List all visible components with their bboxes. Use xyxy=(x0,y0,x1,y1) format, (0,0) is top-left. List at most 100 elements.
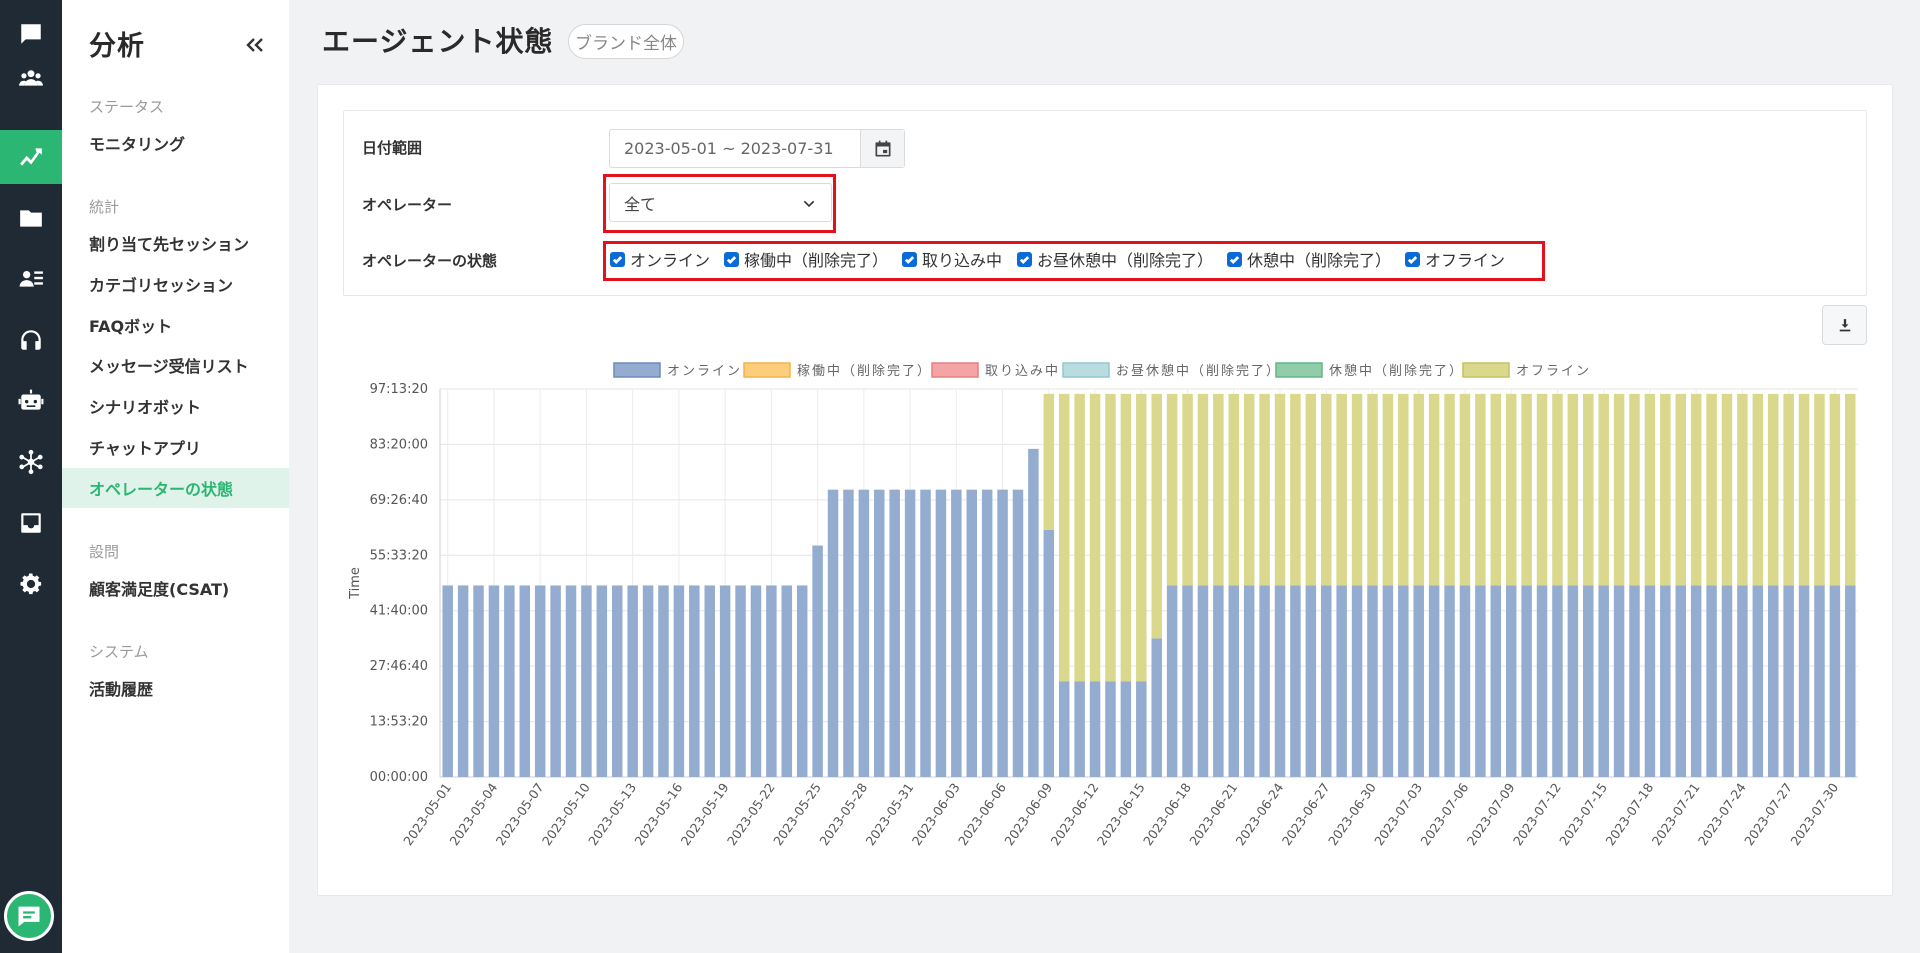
legend-label[interactable]: 取り込み中 xyxy=(985,364,1060,379)
date-range-picker[interactable]: 2023-05-01 ~ 2023-07-31 xyxy=(609,129,905,168)
bar-online xyxy=(612,585,623,777)
rail-folder[interactable] xyxy=(0,191,62,245)
bar-online xyxy=(1351,585,1363,777)
rail-users[interactable] xyxy=(0,51,62,105)
legend-swatch[interactable] xyxy=(613,362,661,378)
bar-online xyxy=(843,489,854,777)
bar-online xyxy=(658,585,669,777)
legend-swatch[interactable] xyxy=(1275,362,1323,378)
rail-inbox[interactable] xyxy=(0,496,62,550)
y-tick-label: 55:33:20 xyxy=(370,548,428,563)
legend-label[interactable]: 休憩中（削除完了） xyxy=(1329,363,1464,379)
bar-online xyxy=(1028,448,1039,777)
y-tick-label: 97:13:20 xyxy=(370,382,428,397)
legend-swatch[interactable] xyxy=(1062,362,1110,378)
bar-online xyxy=(1151,638,1162,777)
rail-bot[interactable] xyxy=(0,374,62,428)
y-tick-label: 27:46:40 xyxy=(370,659,428,674)
bar-offline xyxy=(1428,393,1440,586)
bar-online xyxy=(1644,585,1656,777)
download-button[interactable] xyxy=(1822,305,1867,345)
legend-swatch[interactable] xyxy=(931,362,979,378)
nav-item-chat-app[interactable]: チャットアプリ xyxy=(62,427,289,467)
checkbox-checked-icon[interactable] xyxy=(724,251,739,267)
status-checkbox-online[interactable]: オンライン xyxy=(610,249,711,270)
bar-offline xyxy=(1845,393,1856,586)
bar-online xyxy=(750,585,762,777)
rail-analytics[interactable] xyxy=(0,130,62,184)
bar-offline xyxy=(1089,393,1101,682)
date-range-value[interactable]: 2023-05-01 ~ 2023-07-31 xyxy=(610,130,860,167)
rail-contacts[interactable] xyxy=(0,252,62,306)
nav-item-csat[interactable]: 顧客満足度(CSAT) xyxy=(62,568,289,608)
icon-rail xyxy=(0,0,62,953)
chevron-down-icon xyxy=(803,200,815,208)
bar-online xyxy=(519,585,531,777)
bar-online xyxy=(1290,585,1301,777)
chat-widget-button[interactable] xyxy=(4,891,54,941)
bar-offline xyxy=(1660,393,1671,586)
status-checkbox-label: オンライン xyxy=(630,251,711,270)
status-checkbox-lunch-break-deleted[interactable]: お昼休憩中（削除完了） xyxy=(1017,249,1214,270)
nav-item-monitoring[interactable]: モニタリング xyxy=(62,123,289,163)
bar-offline xyxy=(1166,393,1178,586)
rail-network[interactable] xyxy=(0,435,62,489)
bar-online xyxy=(1274,585,1286,777)
checkbox-checked-icon[interactable] xyxy=(902,251,917,267)
status-checkbox-label: お昼休憩中（削除完了） xyxy=(1037,251,1214,270)
checkbox-checked-icon[interactable] xyxy=(1405,251,1420,267)
bar-online xyxy=(1798,585,1810,777)
folder-icon xyxy=(20,210,42,227)
bar-online xyxy=(1783,585,1794,777)
nav-item-category-sessions[interactable]: カテゴリセッション xyxy=(62,264,289,304)
x-tick-label: 2023-05-25 xyxy=(770,780,824,848)
nav-item-message-list[interactable]: メッセージ受信リスト xyxy=(62,345,289,385)
status-checkbox-label: オフライン xyxy=(1425,251,1506,270)
y-tick-label: 00:00:00 xyxy=(370,770,428,785)
bar-online xyxy=(1567,585,1579,777)
bar-offline xyxy=(1367,393,1378,586)
bar-online xyxy=(1845,585,1856,777)
legend-label[interactable]: 稼働中（削除完了） xyxy=(797,364,932,379)
checkbox-checked-icon[interactable] xyxy=(1017,251,1032,267)
legend-label[interactable]: オフライン xyxy=(1516,364,1591,379)
status-checkbox-in-progress[interactable]: 取り込み中 xyxy=(902,249,1003,270)
bar-online xyxy=(981,489,993,777)
status-checkbox-offline[interactable]: オフライン xyxy=(1405,249,1506,270)
bar-offline xyxy=(1274,393,1286,586)
bar-offline xyxy=(1783,393,1794,586)
x-tick-label: 2023-07-18 xyxy=(1602,780,1656,848)
bar-offline xyxy=(1490,393,1502,586)
bar-online xyxy=(935,489,947,777)
bar-offline xyxy=(1521,393,1532,586)
nav-item-faq-bot[interactable]: FAQボット xyxy=(62,305,289,345)
bar-online xyxy=(1228,585,1240,777)
collapse-sidebar-button[interactable] xyxy=(240,30,270,60)
bar-online xyxy=(966,489,977,777)
bar-online xyxy=(1182,585,1193,777)
calendar-button[interactable] xyxy=(860,130,904,167)
checkbox-checked-icon[interactable] xyxy=(1227,251,1242,267)
bar-offline xyxy=(1058,393,1070,682)
rail-settings[interactable] xyxy=(0,557,62,611)
y-tick-label: 83:20:00 xyxy=(370,437,428,452)
nav-item-operator-status[interactable]: オペレーターの状態 xyxy=(62,468,289,508)
bar-online xyxy=(1767,585,1779,777)
status-checkbox-label: 取り込み中 xyxy=(922,251,1003,270)
status-checkbox-busy-deleted[interactable]: 稼働中（削除完了） xyxy=(724,249,888,270)
bar-online xyxy=(1105,681,1116,777)
legend-label[interactable]: オンライン xyxy=(667,364,742,379)
status-checkbox-break-deleted[interactable]: 休憩中（削除完了） xyxy=(1227,249,1391,270)
x-tick-label: 2023-05-31 xyxy=(863,780,917,848)
operator-select[interactable]: 全て xyxy=(609,183,832,222)
nav-item-scenario-bot[interactable]: シナリオボット xyxy=(62,386,289,426)
rail-headset[interactable] xyxy=(0,313,62,367)
nav-item-assigned-sessions[interactable]: 割り当て先セッション xyxy=(62,223,289,263)
bar-online xyxy=(704,585,715,777)
legend-swatch[interactable] xyxy=(743,362,791,378)
nav-item-activity-log[interactable]: 活動履歴 xyxy=(62,668,289,708)
x-tick-label: 2023-07-21 xyxy=(1649,780,1703,848)
checkbox-checked-icon[interactable] xyxy=(610,251,625,267)
legend-label[interactable]: お昼休憩中（削除完了） xyxy=(1116,363,1281,379)
legend-swatch[interactable] xyxy=(1462,362,1510,378)
